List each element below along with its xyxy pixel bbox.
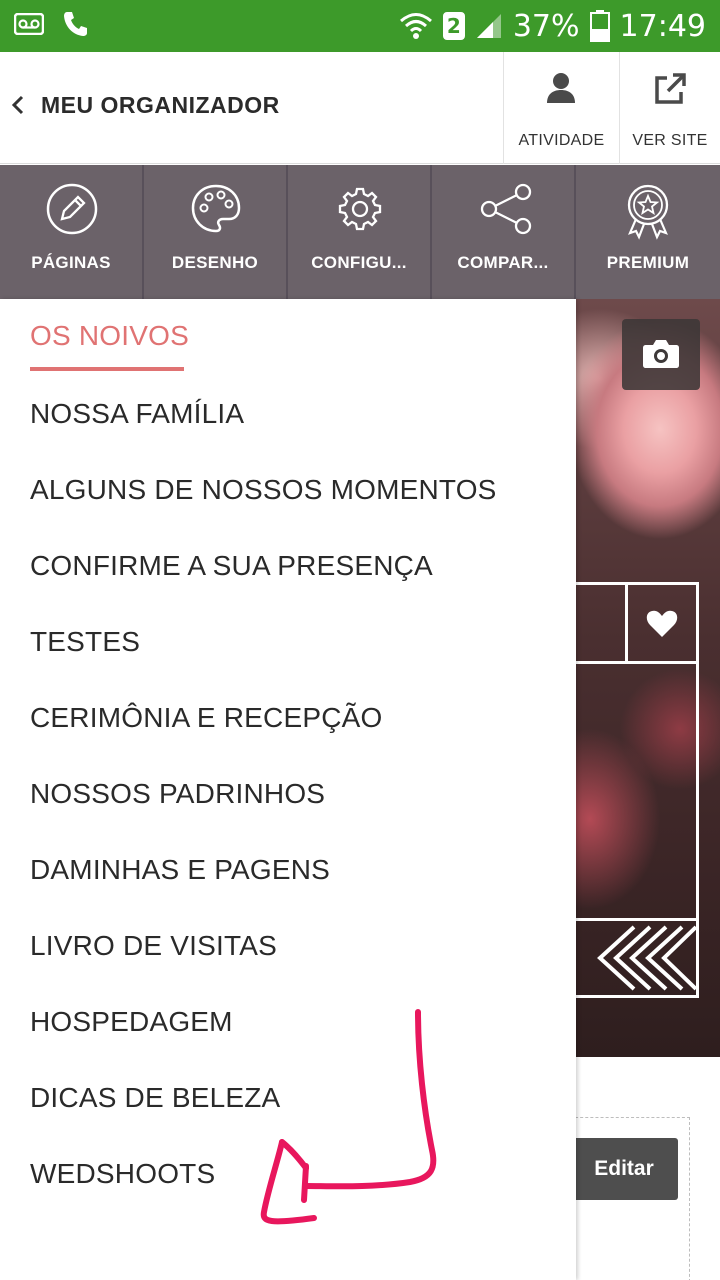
award-icon bbox=[627, 184, 669, 240]
tab-settings[interactable]: CONFIGU... bbox=[288, 165, 432, 299]
tab-settings-label: CONFIGU... bbox=[311, 253, 407, 272]
back-button[interactable]: MEU ORGANIZADOR bbox=[0, 52, 500, 164]
menu-item[interactable]: WEDSHOOTS bbox=[30, 1158, 215, 1190]
tab-premium[interactable]: PREMIUM bbox=[576, 165, 720, 299]
gear-icon bbox=[338, 187, 382, 231]
external-link-icon bbox=[655, 73, 686, 104]
chevron-arrows-icon bbox=[597, 925, 696, 991]
menu-item[interactable]: TESTES bbox=[30, 626, 140, 658]
tab-pages[interactable]: PÁGINAS bbox=[0, 165, 144, 299]
preview-frame-side bbox=[560, 664, 699, 918]
phone-icon bbox=[64, 12, 87, 36]
menu-item[interactable]: ALGUNS DE NOSSOS MOMENTOS bbox=[30, 474, 497, 506]
person-icon bbox=[547, 73, 575, 103]
page-title: MEU ORGANIZADOR bbox=[41, 92, 280, 118]
tab-design-label: DESENHO bbox=[171, 253, 259, 272]
app-header: MEU ORGANIZADOR ATIVIDADE VER SITE bbox=[0, 52, 720, 164]
camera-icon bbox=[643, 340, 679, 368]
tab-design[interactable]: DESENHO bbox=[144, 165, 288, 299]
change-photo-button[interactable] bbox=[622, 319, 700, 390]
palette-icon bbox=[191, 184, 241, 233]
status-bar: 2 37% 17:49 bbox=[0, 0, 720, 52]
signal-icon bbox=[476, 14, 501, 38]
voicemail-icon bbox=[14, 13, 44, 35]
editor-toolbar: PÁGINAS DESENHO CONFIGU... COMPAR... PRE… bbox=[0, 165, 720, 299]
menu-item[interactable]: HOSPEDAGEM bbox=[30, 1006, 233, 1038]
heart-icon bbox=[646, 610, 678, 637]
tab-premium-label: PREMIUM bbox=[606, 253, 690, 272]
battery-icon bbox=[589, 10, 610, 42]
menu-item[interactable]: CONFIRME A SUA PRESENÇA bbox=[30, 550, 433, 582]
sim-badge: 2 bbox=[442, 12, 465, 40]
view-site-label: VER SITE bbox=[632, 132, 708, 149]
menu-item[interactable]: NOSSOS PADRINHOS bbox=[30, 778, 325, 810]
share-icon bbox=[480, 183, 532, 235]
activity-label: ATIVIDADE bbox=[518, 132, 605, 149]
active-indicator bbox=[30, 367, 184, 371]
battery-percent: 37% bbox=[512, 8, 580, 44]
tab-pages-label: PÁGINAS bbox=[31, 253, 111, 272]
view-site-button[interactable]: VER SITE bbox=[619, 52, 720, 164]
tab-share-label: COMPAR... bbox=[457, 253, 549, 272]
arrow-frame bbox=[560, 918, 699, 998]
menu-item-active[interactable]: OS NOIVOS bbox=[30, 320, 189, 352]
chevron-left-icon bbox=[11, 95, 24, 115]
menu-item[interactable]: NOSSA FAMÍLIA bbox=[30, 398, 244, 430]
tab-share[interactable]: COMPAR... bbox=[432, 165, 576, 299]
menu-item[interactable]: DAMINHAS E PAGENS bbox=[30, 854, 330, 886]
wifi-icon bbox=[399, 13, 432, 39]
menu-item[interactable]: LIVRO DE VISITAS bbox=[30, 930, 277, 962]
edit-button[interactable]: Editar bbox=[570, 1138, 678, 1200]
activity-button[interactable]: ATIVIDADE bbox=[503, 52, 619, 164]
heart-frame bbox=[625, 582, 699, 664]
menu-item[interactable]: DICAS DE BELEZA bbox=[30, 1082, 280, 1114]
pencil-icon bbox=[46, 183, 98, 235]
clock: 17:49 bbox=[619, 8, 706, 44]
menu-item[interactable]: CERIMÔNIA E RECEPÇÃO bbox=[30, 702, 383, 734]
